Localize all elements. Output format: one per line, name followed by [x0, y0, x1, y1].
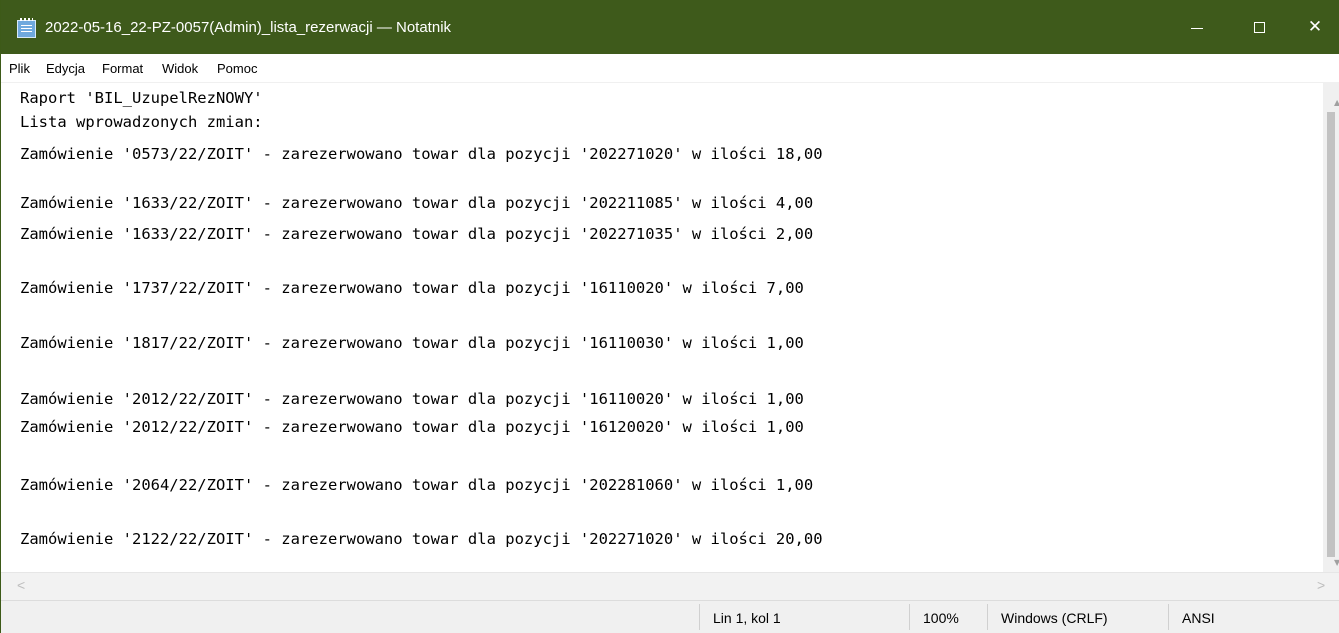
scroll-right-icon[interactable]: > [1317, 577, 1325, 593]
menu-item-format[interactable]: Format [102, 61, 143, 77]
scroll-left-icon[interactable]: < [17, 577, 25, 593]
status-bar [1, 600, 1339, 633]
text-line: Zamówienie '0573/22/ZOIT' - zarezerwowan… [20, 145, 823, 163]
window-title: 2022-05-16_22-PZ-0057(Admin)_lista_rezer… [45, 19, 452, 36]
text-line: Zamówienie '2012/22/ZOIT' - zarezerwowan… [20, 390, 804, 408]
text-line: Raport 'BIL_UzupelRezNOWY' [20, 89, 263, 107]
status-zoom: 100% [923, 610, 959, 626]
notepad-window: 2022-05-16_22-PZ-0057(Admin)_lista_rezer… [0, 0, 1339, 633]
scroll-down-icon[interactable]: ▼ [1334, 558, 1339, 567]
text-line: Zamówienie '1633/22/ZOIT' - zarezerwowan… [20, 225, 814, 243]
status-encoding: ANSI [1182, 610, 1215, 626]
menu-bar: Plik Edycja Format Widok Pomoc [1, 54, 1339, 83]
status-line-ending: Windows (CRLF) [1001, 610, 1108, 626]
scroll-up-icon[interactable]: ▲ [1334, 98, 1339, 107]
status-divider [699, 604, 700, 630]
close-button[interactable]: ✕ [1290, 0, 1339, 54]
menu-item-plik[interactable]: Plik [9, 61, 30, 77]
menu-item-edycja[interactable]: Edycja [46, 61, 85, 77]
text-line: Zamówienie '2012/22/ZOIT' - zarezerwowan… [20, 418, 804, 436]
vertical-scroll-thumb[interactable] [1327, 112, 1335, 557]
text-line: Zamówienie '2064/22/ZOIT' - zarezerwowan… [20, 476, 814, 494]
status-divider [1168, 604, 1169, 630]
horizontal-scrollbar[interactable] [1, 572, 1339, 600]
status-divider [909, 604, 910, 630]
text-editor[interactable]: Raport 'BIL_UzupelRezNOWY' Lista wprowad… [1, 83, 1323, 572]
maximize-button[interactable] [1228, 0, 1290, 54]
text-line: Zamówienie '1817/22/ZOIT' - zarezerwowan… [20, 334, 804, 352]
status-cursor-position: Lin 1, kol 1 [713, 610, 781, 626]
menu-item-widok[interactable]: Widok [162, 61, 198, 77]
text-line: Zamówienie '1737/22/ZOIT' - zarezerwowan… [20, 279, 804, 297]
close-icon: ✕ [1307, 17, 1323, 37]
notepad-icon [17, 18, 36, 38]
minimize-button[interactable] [1166, 0, 1228, 54]
title-bar[interactable]: 2022-05-16_22-PZ-0057(Admin)_lista_rezer… [1, 0, 1339, 54]
maximize-icon [1253, 21, 1265, 33]
text-line: Lista wprowadzonych zmian: [20, 113, 263, 131]
text-line: Zamówienie '1633/22/ZOIT' - zarezerwowan… [20, 194, 814, 212]
text-line: Zamówienie '2122/22/ZOIT' - zarezerwowan… [20, 530, 823, 548]
minimize-icon [1191, 27, 1203, 29]
status-divider [987, 604, 988, 630]
menu-item-pomoc[interactable]: Pomoc [217, 61, 257, 77]
